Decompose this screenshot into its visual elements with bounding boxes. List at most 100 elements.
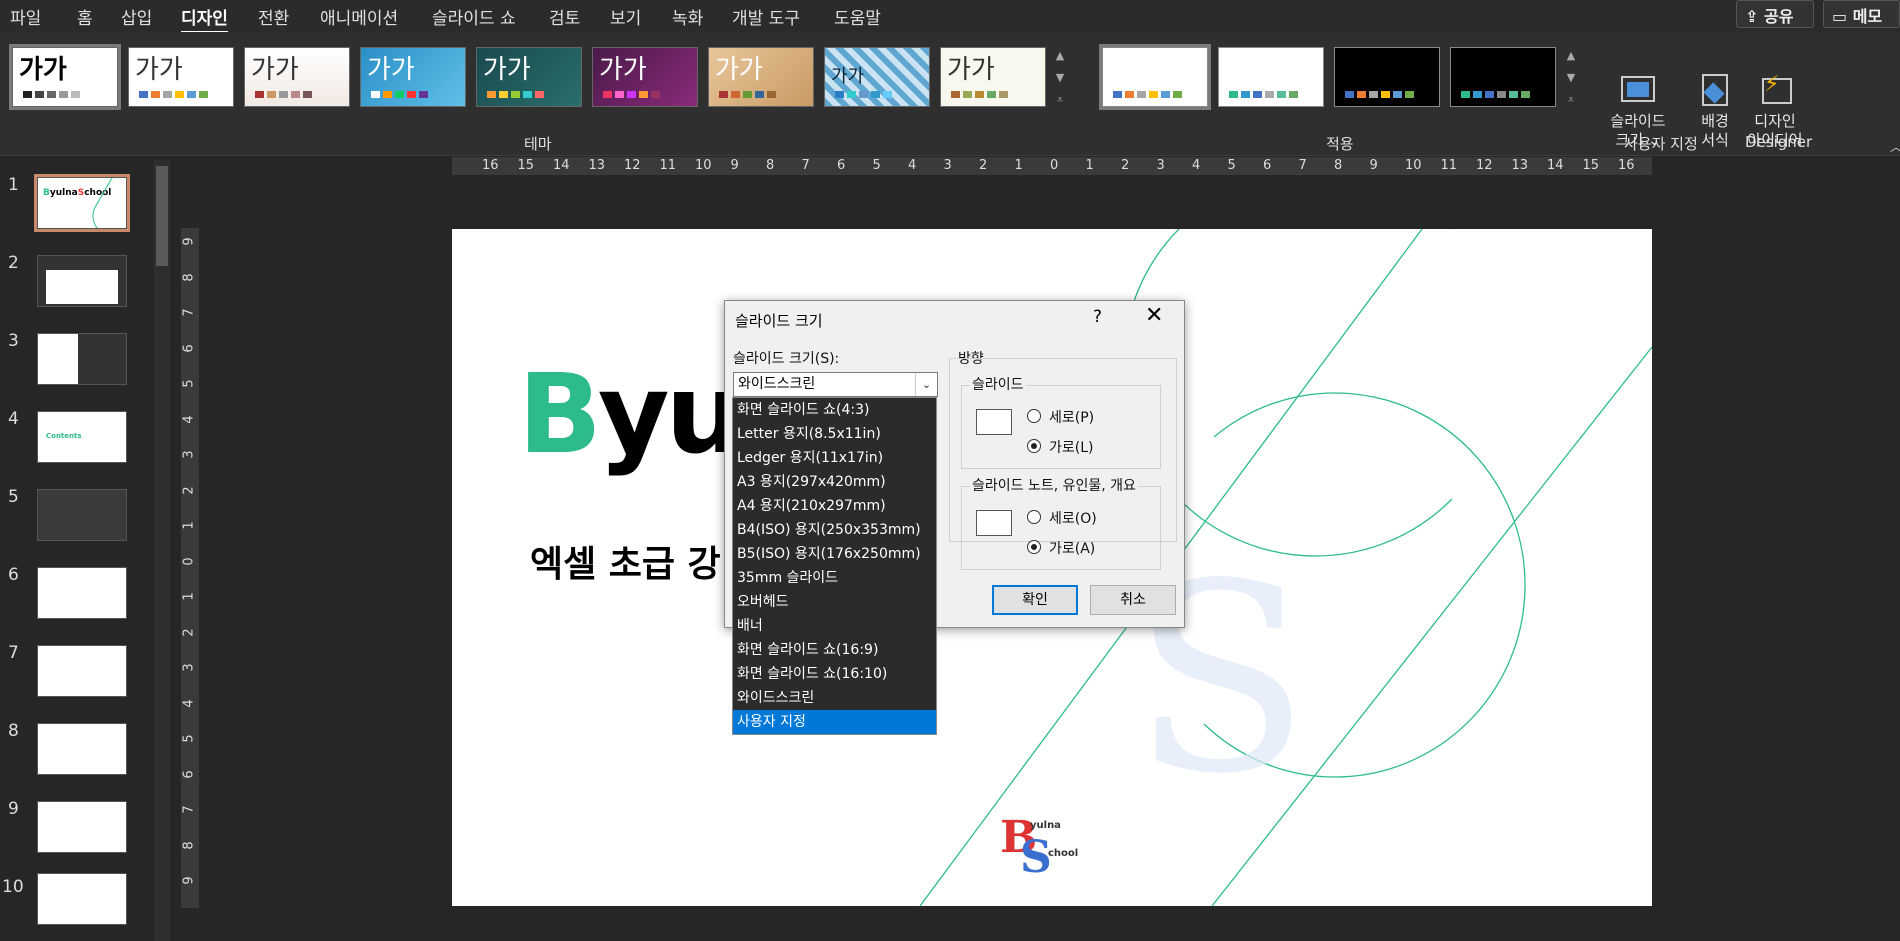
ruler-tick: 6 (181, 769, 197, 779)
theme-4[interactable]: 가가 (360, 47, 466, 107)
dropdown-option[interactable]: 화면 슬라이드 쇼(4:3) (733, 398, 936, 422)
slide-thumbnail-3[interactable] (37, 333, 127, 385)
dropdown-option[interactable]: Letter 용지(8.5x11in) (733, 422, 936, 446)
ruler-tick: 5 (181, 734, 197, 743)
tab-help[interactable]: 도움말 (834, 4, 881, 29)
theme-3[interactable]: 가가 (244, 47, 350, 107)
ruler-tick: 4 (181, 414, 197, 424)
comment-icon: ▭ (1832, 7, 1848, 26)
slide-thumbnail-9[interactable] (37, 801, 127, 853)
variant-gallery-more[interactable]: ⩡ (1563, 90, 1579, 110)
ruler-tick: 1 (181, 521, 197, 530)
slide-size-combo[interactable]: 와이드스크린 ⌄ (733, 372, 938, 397)
slide-portrait-radio[interactable] (1027, 409, 1041, 423)
tab-insert[interactable]: 삽입 (121, 4, 152, 29)
theme-gallery-more[interactable]: ⩡ (1052, 90, 1068, 110)
tab-slideshow[interactable]: 슬라이드 쇼 (432, 4, 516, 29)
tab-design[interactable]: 디자인 (181, 4, 228, 34)
page-notes-icon (976, 510, 1012, 536)
variant-gallery-up[interactable]: ▲ (1563, 46, 1579, 66)
slide-thumbnail-1[interactable]: ByulnaSchool (34, 174, 130, 232)
dropdown-option[interactable]: 와이드스크린 (733, 686, 936, 710)
vertical-ruler: 9 8 7 6 5 4 3 2 1 0 1 2 3 4 5 6 7 8 9 (181, 228, 199, 908)
slide-landscape-radio[interactable] (1027, 439, 1041, 453)
theme-office[interactable]: 가가 (9, 44, 121, 110)
ruler-tick: 6 (837, 158, 846, 173)
slide-subtitle[interactable]: 엑셀 초급 강 (530, 535, 721, 587)
dropdown-option[interactable]: 35mm 슬라이드 (733, 566, 936, 590)
slide-size-label-1: 슬라이드 (1610, 112, 1666, 130)
notes-portrait-radio[interactable] (1027, 510, 1041, 524)
ok-button[interactable]: 확인 (992, 585, 1078, 615)
cancel-button[interactable]: 취소 (1090, 585, 1176, 615)
tab-animations[interactable]: 애니메이션 (320, 4, 398, 29)
theme-gallery-up[interactable]: ▲ (1052, 46, 1068, 66)
dropdown-option[interactable]: 오버헤드 (733, 590, 936, 614)
collapse-ribbon-icon[interactable]: ︿ (1890, 138, 1900, 155)
tab-view[interactable]: 보기 (610, 4, 641, 29)
tab-file[interactable]: 파일 (10, 4, 41, 29)
dropdown-option[interactable]: 화면 슬라이드 쇼(16:10) (733, 662, 936, 686)
tab-review[interactable]: 검토 (549, 4, 580, 29)
theme-2[interactable]: 가가 (128, 47, 234, 107)
theme-9[interactable]: 가가 (940, 47, 1046, 107)
theme-preview-text: 가가 (483, 55, 531, 85)
dropdown-option[interactable]: A4 용지(210x297mm) (733, 494, 936, 518)
slide-thumbnail-4[interactable]: Contents (37, 411, 127, 463)
dropdown-option[interactable]: 사용자 지정 (733, 710, 936, 734)
tab-transitions[interactable]: 전환 (258, 4, 289, 29)
slide-thumbnail-10[interactable] (37, 873, 127, 925)
slide-thumbnail-7[interactable] (37, 645, 127, 697)
variant-1[interactable] (1099, 44, 1211, 110)
variant-2[interactable] (1218, 47, 1324, 107)
theme-5[interactable]: 가가 (476, 47, 582, 107)
ruler-tick: 2 (979, 158, 988, 173)
variant-3[interactable] (1334, 47, 1440, 107)
share-label: 공유 (1763, 7, 1794, 26)
slide-thumbnail-2[interactable] (37, 255, 127, 307)
dropdown-option[interactable]: A3 용지(297x420mm) (733, 470, 936, 494)
theme-swatches (487, 91, 544, 98)
chevron-down-icon[interactable]: ⌄ (915, 373, 937, 396)
ruler-tick: 2 (181, 627, 197, 637)
theme-swatches (603, 91, 660, 98)
theme-7[interactable]: 가가 (708, 47, 814, 107)
variant-gallery-down[interactable]: ▼ (1563, 68, 1579, 88)
tab-record[interactable]: 녹화 (672, 4, 703, 29)
design-ideas-label-1: 디자인 (1754, 112, 1796, 130)
comments-button[interactable]: ▭ 메모 (1823, 0, 1900, 28)
dropdown-option[interactable]: 배너 (733, 614, 936, 638)
slide-thumbnail-8[interactable] (37, 723, 127, 775)
help-button[interactable]: ? (1093, 307, 1102, 327)
close-button[interactable]: ✕ (1145, 303, 1163, 328)
theme-8[interactable]: 가가 (824, 47, 930, 107)
tab-developer[interactable]: 개발 도구 (732, 4, 800, 29)
scrollbar-thumb[interactable] (156, 166, 168, 266)
dropdown-option[interactable]: Ledger 용지(11x17in) (733, 446, 936, 470)
dropdown-option[interactable]: B5(ISO) 용지(176x250mm) (733, 542, 936, 566)
theme-gallery-down[interactable]: ▼ (1052, 68, 1068, 88)
ruler-tick: 1 (181, 592, 197, 601)
thumb-number: 7 (8, 643, 19, 663)
ruler-tick: 1 (1085, 158, 1094, 173)
variant-4[interactable] (1450, 47, 1556, 107)
ruler-tick: 15 (1582, 158, 1600, 173)
ruler-tick: 16 (1618, 158, 1635, 173)
thumbnail-scrollbar[interactable] (154, 160, 170, 941)
ribbon: 가가 가가 가가 가가 가가 가가 가가 가가 가가 ▲ ▼ ⩡ ▲ ▼ ⩡ 슬… (0, 32, 1900, 156)
theme-6[interactable]: 가가 (592, 47, 698, 107)
ruler-tick: 5 (872, 158, 881, 173)
share-button[interactable]: ⇪ 공유 (1736, 0, 1814, 28)
dropdown-option[interactable]: 화면 슬라이드 쇼(16:9) (733, 638, 936, 662)
slide-thumbnail-6[interactable] (37, 567, 127, 619)
ruler-tick: 0 (181, 556, 197, 566)
thumbnail-pane: 1 ByulnaSchool 2 3 4 Contents 5 6 7 8 9 … (0, 157, 175, 941)
ruler-tick: 4 (908, 158, 917, 173)
dropdown-option[interactable]: B4(ISO) 용지(250x353mm) (733, 518, 936, 542)
theme-preview-text: 가가 (251, 55, 299, 85)
theme-preview-text: 가가 (831, 66, 865, 87)
slide-thumbnail-5[interactable] (37, 489, 127, 541)
notes-landscape-radio[interactable] (1027, 540, 1041, 554)
tab-home[interactable]: 홈 (77, 4, 93, 29)
theme-preview-text: 가가 (715, 55, 763, 85)
